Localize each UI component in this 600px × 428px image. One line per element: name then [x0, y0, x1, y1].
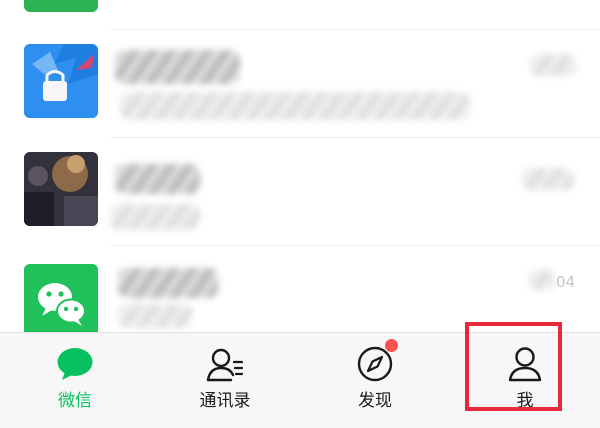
contacts-icon	[206, 345, 244, 383]
avatar	[24, 264, 98, 332]
tab-me[interactable]: 我	[450, 333, 600, 428]
list-item[interactable]	[0, 138, 600, 246]
notification-dot	[385, 339, 398, 352]
avatar	[24, 152, 98, 226]
list-item[interactable]	[0, 0, 600, 30]
tab-label: 我	[516, 391, 534, 411]
tab-contacts[interactable]: 通讯录	[150, 333, 300, 428]
tab-discover[interactable]: 发现	[300, 333, 450, 428]
tab-label: 通讯录	[199, 391, 251, 411]
tab-label: 微信	[58, 391, 92, 411]
contact-name	[115, 50, 240, 84]
message-time-text: 04	[556, 273, 576, 291]
tab-label: 发现	[358, 391, 392, 411]
avatar	[24, 0, 98, 12]
tab-bar: 微信 通讯录 发现 我	[0, 332, 600, 428]
message-preview	[118, 304, 193, 328]
wechat-logo-icon	[24, 264, 98, 332]
chat-bubbles-icon	[56, 345, 94, 383]
compass-icon	[356, 339, 398, 383]
person-icon	[506, 345, 544, 383]
message-time	[530, 54, 576, 76]
message-time	[528, 270, 556, 290]
contact-name	[115, 164, 200, 194]
contact-name	[118, 268, 218, 298]
avatar	[24, 44, 98, 118]
chat-list: 04	[0, 0, 600, 332]
message-time	[522, 168, 574, 190]
list-item[interactable]	[0, 30, 600, 138]
list-item[interactable]: 04	[0, 246, 600, 332]
message-preview	[120, 92, 470, 120]
message-preview	[110, 204, 200, 230]
tab-chats[interactable]: 微信	[0, 333, 150, 428]
